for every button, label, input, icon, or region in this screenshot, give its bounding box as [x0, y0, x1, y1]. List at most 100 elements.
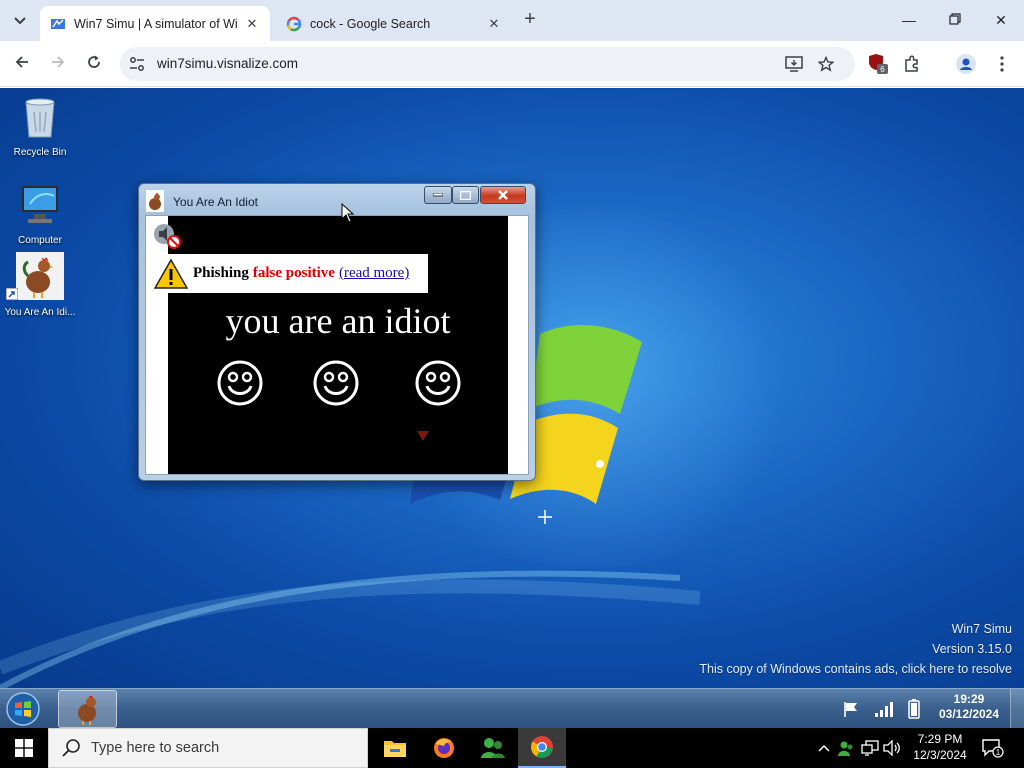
popup-close-button[interactable]: [480, 186, 526, 204]
notification-count: 1: [996, 748, 1001, 757]
taskbar-app-chrome[interactable]: [518, 728, 566, 768]
popup-maximize-button[interactable]: [452, 186, 479, 204]
forward-button[interactable]: [45, 51, 71, 77]
clock-time: 19:29: [953, 692, 985, 706]
chevron-down-icon: [14, 17, 26, 25]
back-button[interactable]: [9, 51, 35, 77]
folder-icon: [384, 741, 406, 757]
desktop-icon-label: Computer: [18, 235, 62, 246]
firefox-icon: [434, 738, 454, 758]
small-red-mark-icon: [417, 431, 429, 441]
watermark-line1: Win7 Simu: [951, 622, 1012, 636]
ublock-extension-button[interactable]: 6: [865, 51, 891, 77]
restore-icon: [949, 13, 961, 25]
url-text[interactable]: win7simu.visnalize.com: [157, 56, 298, 71]
desktop-icon-you-are-an-idiot[interactable]: You Are An Idi...: [4, 252, 76, 318]
more-vert-icon: [1000, 56, 1004, 72]
close-tab-icon[interactable]: ✕: [244, 16, 260, 32]
idiot-message: you are an idiot: [225, 301, 451, 341]
browser-menu-button[interactable]: [989, 51, 1015, 77]
chicken-app-icon: [77, 696, 96, 725]
site-settings-icon: [130, 57, 144, 71]
desktop-icon-computer[interactable]: Computer: [4, 180, 76, 246]
profile-avatar-icon: [956, 54, 976, 74]
bookmark-button[interactable]: [813, 51, 839, 77]
clock-date: 12/3/2024: [913, 748, 967, 762]
new-tab-button[interactable]: +: [519, 9, 541, 31]
star-icon: [818, 56, 834, 72]
mouse-cursor-icon: [341, 203, 355, 223]
smiley-icon: [313, 360, 359, 406]
forward-arrow-icon: [52, 56, 65, 68]
people-icon: [838, 741, 853, 756]
close-icon: [498, 190, 508, 200]
read-more-link[interactable]: (read more): [339, 265, 409, 282]
signal-bars-icon: [875, 702, 893, 717]
flag-icon: [844, 702, 857, 717]
restore-window-button[interactable]: [940, 8, 970, 32]
warning-triangle-icon: [154, 257, 188, 289]
clock-time: 7:29 PM: [917, 732, 963, 746]
puzzle-icon: [905, 55, 918, 72]
blocked-speaker-icon: [154, 224, 181, 249]
windows-logo-icon: [15, 739, 33, 757]
reload-icon: [88, 55, 100, 68]
network-signal[interactable]: [873, 699, 895, 719]
win10-taskbar: Type here to search 7:29 PM 12/3/2024 1: [0, 728, 1024, 768]
tray-volume[interactable]: [882, 738, 902, 758]
desktop-icon-label: Recycle Bin: [13, 147, 67, 158]
watermark-line2: Version 3.15.0: [932, 642, 1012, 656]
tab-google-search[interactable]: cock - Google Search ✕: [276, 6, 512, 41]
notification-icon: 1: [982, 739, 1004, 758]
install-app-button[interactable]: [781, 51, 807, 77]
watermark-ad-notice[interactable]: This copy of Windows contains ads, click…: [699, 662, 1012, 676]
popup-minimize-button[interactable]: [424, 186, 452, 204]
taskbar-search-box[interactable]: Type here to search: [48, 728, 368, 768]
window-title: You Are An Idiot: [173, 195, 258, 209]
profile-button[interactable]: [953, 51, 979, 77]
extension-badge: 6: [880, 65, 885, 74]
minimize-window-button[interactable]: —: [894, 8, 924, 32]
phishing-warning-banner: Phishing false positive (read more): [150, 254, 428, 293]
win10-clock[interactable]: 7:29 PM 12/3/2024: [904, 731, 976, 763]
show-hidden-icons-button[interactable]: [814, 738, 834, 758]
chicken-window-icon: [146, 190, 164, 212]
shield-icon: 6: [869, 54, 888, 74]
reload-button[interactable]: [81, 51, 107, 77]
taskbar-app-chat[interactable]: [469, 728, 517, 768]
battery-status[interactable]: [903, 699, 925, 719]
maximize-icon: [460, 190, 471, 200]
computer-icon: [22, 186, 58, 223]
desktop-icon-recycle-bin[interactable]: Recycle Bin: [4, 92, 76, 158]
close-window-button[interactable]: ✕: [986, 8, 1016, 32]
win7simu-favicon-icon: [51, 18, 65, 29]
taskbar-app-file-explorer[interactable]: [371, 728, 419, 768]
browser-toolbar: win7simu.visnalize.com 6: [0, 41, 1024, 87]
desktop-icon-label: You Are An Idi...: [4, 307, 76, 318]
win7-start-orb-icon[interactable]: [4, 691, 42, 727]
win10-start-button[interactable]: [0, 728, 48, 768]
tray-network[interactable]: [860, 738, 880, 758]
you-are-an-idiot-window[interactable]: You Are An Idiot you are an idiot: [138, 183, 536, 481]
win7-clock[interactable]: 19:29 03/12/2024: [932, 692, 1006, 722]
extensions-button[interactable]: [899, 51, 925, 77]
banner-word-phishing: Phishing: [193, 265, 249, 281]
tab-search-button[interactable]: [8, 9, 32, 33]
clock-date: 03/12/2024: [938, 707, 1000, 721]
notification-center-button[interactable]: 1: [982, 738, 1004, 758]
taskbar-app-you-are-an-idiot[interactable]: [58, 690, 117, 728]
address-bar[interactable]: win7simu.visnalize.com: [120, 47, 855, 81]
google-icon: [286, 16, 302, 31]
taskbar-app-firefox[interactable]: [420, 728, 468, 768]
win7-taskbar: 19:29 03/12/2024: [0, 688, 1024, 729]
tray-people[interactable]: [836, 738, 856, 758]
speaker-icon: [883, 740, 900, 756]
banner-false-positive: false positive: [252, 265, 335, 281]
chicken-app-icon: [16, 252, 64, 300]
action-center-flag[interactable]: [840, 699, 862, 719]
tab-win7simu[interactable]: Win7 Simu | A simulator of Wind ✕: [40, 6, 270, 41]
people-chat-icon: [481, 738, 505, 758]
close-tab-icon[interactable]: ✕: [486, 16, 502, 32]
show-desktop-button[interactable]: [1010, 689, 1024, 729]
chevron-up-icon: [818, 744, 830, 752]
